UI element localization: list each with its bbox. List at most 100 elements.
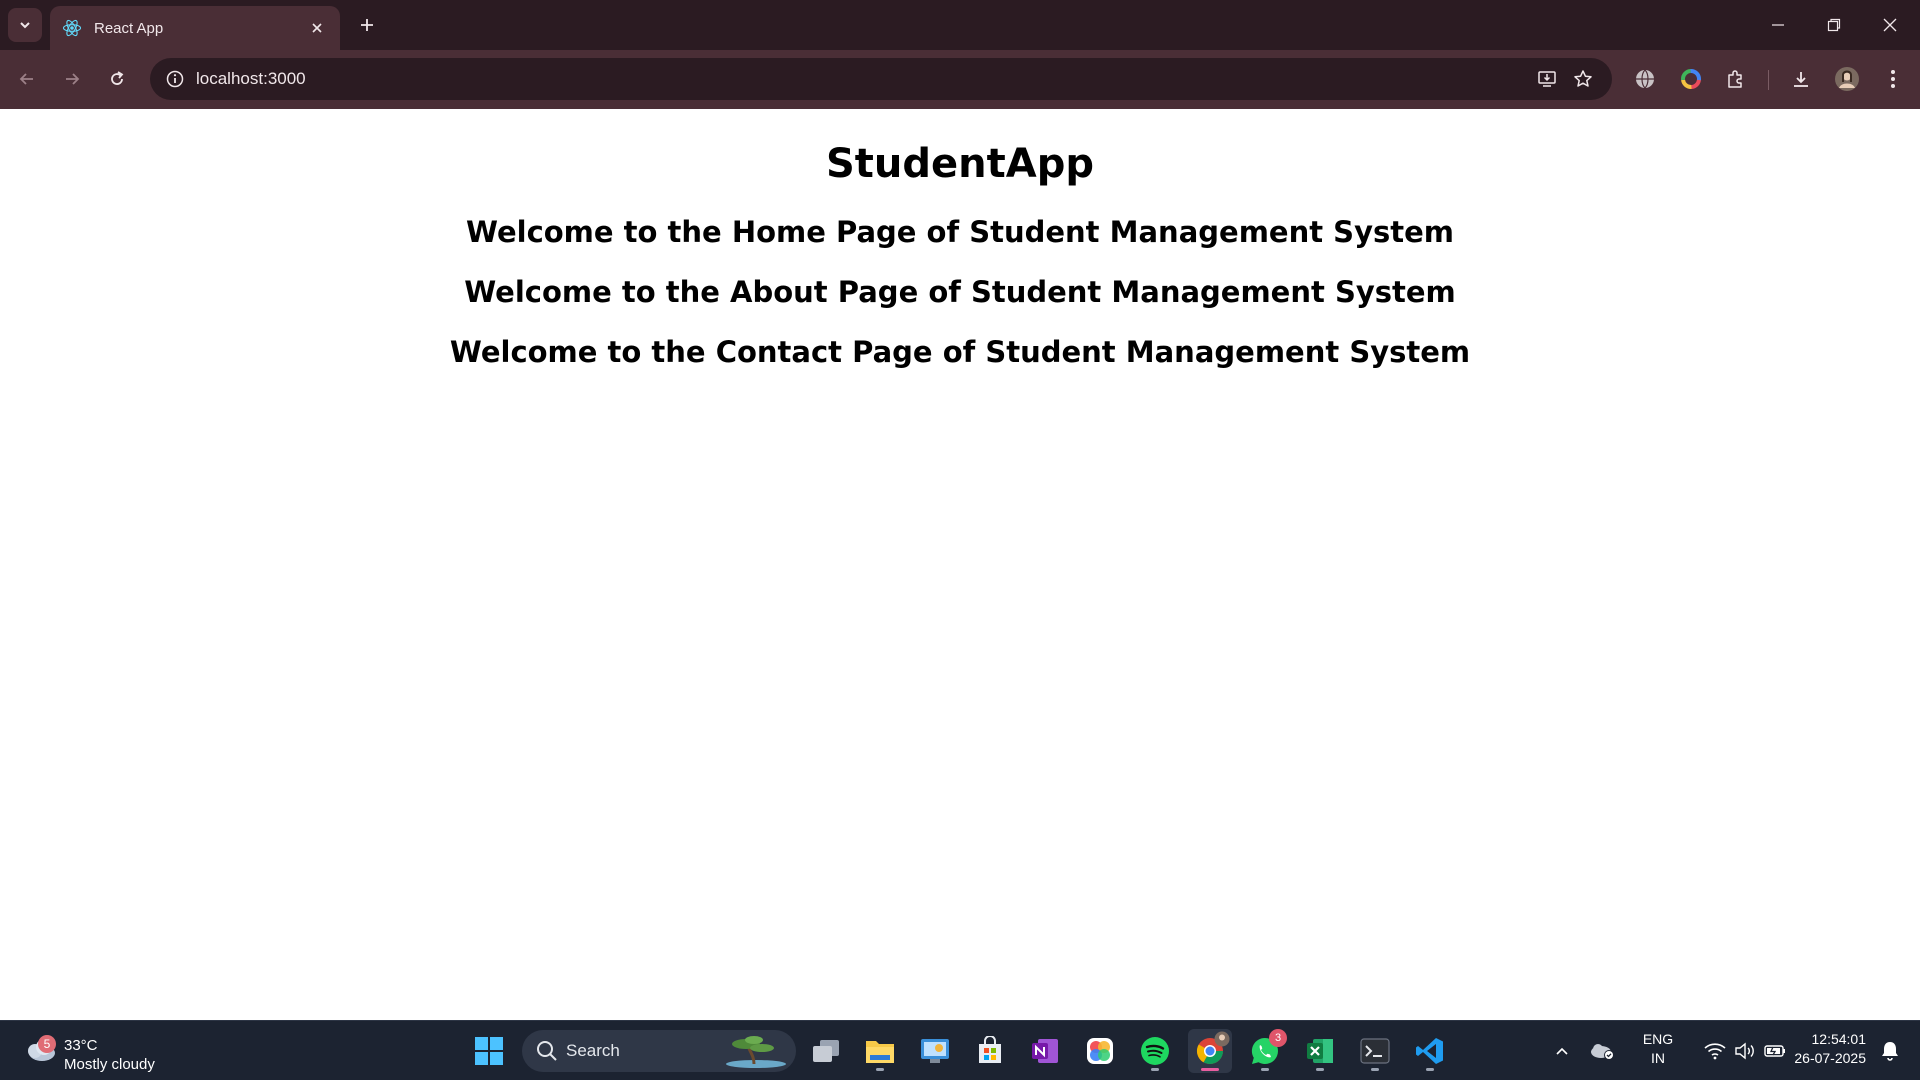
spotify-icon xyxy=(1141,1037,1169,1065)
home-heading: Welcome to the Home Page of Student Mana… xyxy=(466,215,1454,249)
terminal-icon xyxy=(1360,1038,1390,1064)
whatsapp-button[interactable]: 3 xyxy=(1243,1029,1287,1073)
running-indicator xyxy=(1261,1068,1269,1071)
back-button[interactable] xyxy=(10,62,44,96)
active-indicator xyxy=(1201,1068,1219,1071)
minimize-button[interactable] xyxy=(1750,0,1806,50)
photos-icon xyxy=(1087,1038,1113,1064)
address-bar[interactable]: localhost:3000 xyxy=(150,58,1612,100)
weather-badge: 5 xyxy=(38,1035,56,1053)
page-content: StudentApp Welcome to the Home Page of S… xyxy=(0,109,1920,1020)
notification-bell-icon xyxy=(1882,1040,1898,1061)
wifi-icon xyxy=(1704,1043,1726,1060)
color-wheel-icon xyxy=(1681,69,1701,89)
language-button[interactable]: ENG IN xyxy=(1630,1029,1686,1073)
arrow-left-icon xyxy=(19,73,33,85)
about-heading: Welcome to the About Page of Student Man… xyxy=(464,275,1456,309)
running-indicator xyxy=(1371,1068,1379,1071)
whatsapp-notification-badge: 3 xyxy=(1269,1029,1287,1047)
puzzle-icon xyxy=(1728,70,1742,88)
url-text[interactable]: localhost:3000 xyxy=(196,69,306,89)
weather-widget[interactable]: 5 33°C Mostly cloudy xyxy=(18,1029,188,1073)
control-panel-icon xyxy=(921,1039,949,1063)
site-info-button[interactable] xyxy=(160,64,190,94)
task-view-icon xyxy=(813,1040,839,1062)
control-panel-button[interactable] xyxy=(913,1029,957,1073)
chevron-up-icon xyxy=(1556,1047,1568,1055)
close-window-button[interactable] xyxy=(1862,0,1918,50)
arrow-right-icon xyxy=(66,73,80,85)
install-app-icon xyxy=(1538,71,1556,87)
running-indicator xyxy=(1316,1068,1324,1071)
browser-tab[interactable]: React App xyxy=(50,6,340,50)
taskbar-search[interactable]: Search xyxy=(522,1030,796,1072)
file-explorer-icon xyxy=(866,1041,894,1063)
running-indicator xyxy=(1426,1068,1434,1071)
onenote-icon xyxy=(1032,1039,1058,1063)
minimize-icon xyxy=(1772,24,1784,26)
chevron-down-icon xyxy=(20,22,30,29)
clock-button[interactable]: 12:54:01 26-07-2025 xyxy=(1776,1029,1876,1073)
running-indicator xyxy=(1151,1068,1159,1071)
microsoft-store-button[interactable] xyxy=(968,1029,1012,1073)
search-icon xyxy=(537,1041,557,1061)
info-icon xyxy=(166,70,184,88)
excel-button[interactable] xyxy=(1298,1029,1342,1073)
excel-icon xyxy=(1307,1039,1333,1063)
new-tab-button[interactable] xyxy=(352,10,382,40)
browser-toolbar: localhost:3000 xyxy=(0,50,1920,109)
onenote-button[interactable] xyxy=(1023,1029,1067,1073)
avatar-icon xyxy=(1835,67,1859,91)
show-hidden-icons-button[interactable] xyxy=(1540,1029,1584,1073)
close-tab-button[interactable] xyxy=(306,17,328,39)
downloads-button[interactable] xyxy=(1784,62,1818,96)
notifications-button[interactable] xyxy=(1870,1029,1910,1073)
photos-button[interactable] xyxy=(1078,1029,1122,1073)
clock-time: 12:54:01 xyxy=(1811,1031,1867,1047)
clock-date: 26-07-2025 xyxy=(1794,1050,1866,1066)
weather-condition: Mostly cloudy xyxy=(64,1056,155,1073)
close-icon xyxy=(1883,18,1897,32)
browser-tab-bar: React App xyxy=(0,0,1920,50)
profile-avatar-icon xyxy=(1214,1031,1230,1047)
running-indicator xyxy=(876,1068,884,1071)
spotify-button[interactable] xyxy=(1133,1029,1177,1073)
task-view-button[interactable] xyxy=(804,1029,848,1073)
translate-extension-button[interactable] xyxy=(1628,62,1662,96)
bonsai-tree-icon xyxy=(726,1036,786,1068)
profile-button[interactable] xyxy=(1830,62,1864,96)
color-extension-button[interactable] xyxy=(1674,62,1708,96)
terminal-button[interactable] xyxy=(1353,1029,1397,1073)
bookmark-button[interactable] xyxy=(1568,64,1598,94)
onedrive-button[interactable] xyxy=(1580,1029,1624,1073)
download-icon xyxy=(1794,72,1808,87)
more-vertical-icon xyxy=(1891,70,1895,88)
reload-icon xyxy=(111,71,124,85)
forward-button[interactable] xyxy=(55,62,89,96)
language-line-2: IN xyxy=(1651,1050,1665,1066)
windows-taskbar: 5 33°C Mostly cloudy Search 3 ENG IN 12:… xyxy=(0,1020,1920,1080)
install-app-button[interactable] xyxy=(1532,64,1562,94)
menu-button[interactable] xyxy=(1876,62,1910,96)
vscode-button[interactable] xyxy=(1408,1029,1452,1073)
file-explorer-button[interactable] xyxy=(858,1029,902,1073)
vscode-icon xyxy=(1416,1038,1443,1064)
search-label: Search xyxy=(566,1041,620,1060)
language-line-1: ENG xyxy=(1642,1031,1674,1047)
plus-icon xyxy=(361,19,373,31)
restore-button[interactable] xyxy=(1806,0,1862,50)
reload-button[interactable] xyxy=(100,62,134,96)
tab-search-button[interactable] xyxy=(8,8,42,42)
react-icon xyxy=(62,19,82,37)
tab-title: React App xyxy=(94,19,164,37)
close-icon xyxy=(312,23,322,33)
volume-icon xyxy=(1735,1042,1754,1060)
globe-icon xyxy=(1636,69,1654,89)
app-title: StudentApp xyxy=(826,141,1094,187)
start-button[interactable] xyxy=(467,1029,511,1073)
onedrive-sync-icon xyxy=(1591,1044,1614,1060)
extensions-button[interactable] xyxy=(1718,62,1752,96)
star-icon xyxy=(1574,70,1592,87)
chrome-button[interactable] xyxy=(1188,1029,1232,1073)
weather-temperature: 33°C xyxy=(64,1037,98,1054)
